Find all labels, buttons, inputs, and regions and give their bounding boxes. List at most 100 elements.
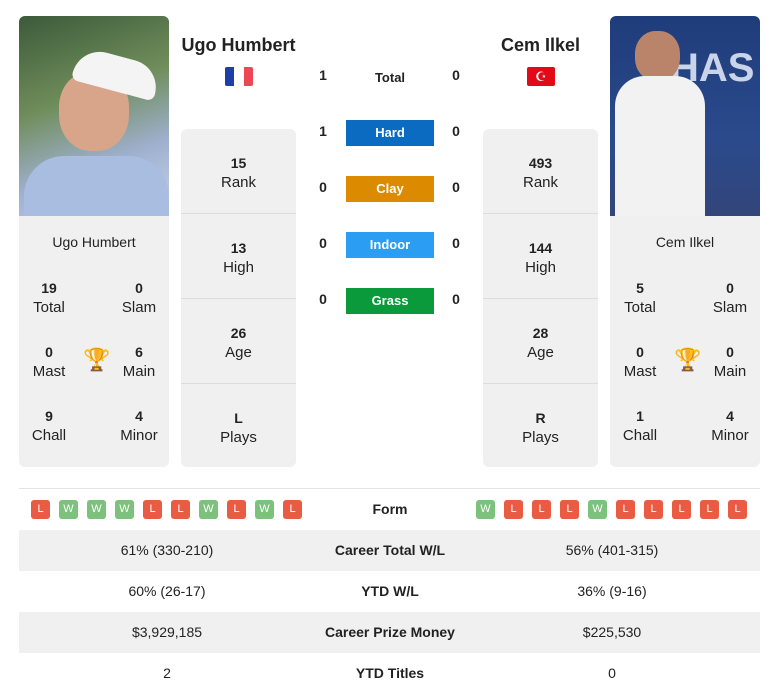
label: Mast — [623, 363, 657, 380]
player1-form-badge: L — [143, 500, 162, 519]
p1-high: 13 — [230, 240, 247, 256]
player1-form-badge: L — [31, 500, 50, 519]
label: Chall — [622, 427, 658, 444]
h2h-indoor-p1: 0 — [319, 235, 327, 251]
p1-value: 60% (26-17) — [128, 583, 206, 599]
player1-form-badge: W — [87, 500, 106, 519]
player1-name[interactable]: Ugo Humbert — [171, 35, 306, 56]
h2h-grass-p1: 0 — [319, 291, 327, 307]
p2-rank: 493 — [528, 155, 553, 171]
h2h-grass-p2: 0 — [452, 291, 460, 307]
p1-total: 19 — [41, 280, 57, 296]
player1-form-badge: W — [255, 500, 274, 519]
p2-main: 0 — [726, 344, 734, 360]
p1-value: 2 — [163, 665, 171, 681]
p2-age: 28 — [532, 325, 549, 341]
player2-name[interactable]: Cem Ilkel — [473, 35, 608, 56]
player2-form-badge: L — [504, 500, 523, 519]
player2-photo: HAS — [610, 16, 760, 216]
divider — [19, 488, 760, 489]
label: Minor — [120, 427, 158, 444]
label: Chall — [31, 427, 67, 444]
label: Main — [122, 363, 156, 380]
p2-plays: R — [535, 410, 546, 426]
h2h-total-p2: 0 — [452, 67, 460, 83]
p1-mast: 0 — [45, 344, 53, 360]
player1-stats-card: 15 Rank 13 High 26 Age L Plays — [181, 129, 296, 467]
p1-chall: 9 — [45, 408, 53, 424]
france-flag-icon — [225, 67, 253, 86]
p1-value: 61% (330-210) — [120, 542, 214, 558]
player1-form-badge: L — [227, 500, 246, 519]
surface-grass: Grass — [346, 288, 434, 314]
label: Plays — [220, 429, 257, 446]
surface-clay: Clay — [346, 176, 434, 202]
label: High — [525, 259, 556, 276]
trophy-icon: 🏆 — [674, 347, 702, 372]
label: Slam — [712, 299, 748, 316]
comparison-row: 2 YTD Titles 0 — [19, 653, 760, 694]
trophy-icon: 🏆 — [83, 347, 111, 372]
surface-hard: Hard — [346, 120, 434, 146]
label: High — [223, 259, 254, 276]
p2-value: $225,530 — [582, 624, 642, 640]
p1-slam: 0 — [135, 280, 143, 296]
comparison-row: $3,929,185 Career Prize Money $225,530 — [19, 612, 760, 653]
player2-form-badge: L — [644, 500, 663, 519]
label: Age — [527, 344, 554, 361]
p1-age: 26 — [230, 325, 247, 341]
comparison-row: 61% (330-210) Career Total W/L 56% (401-… — [19, 530, 760, 571]
p2-slam: 0 — [726, 280, 734, 296]
p2-value: 0 — [608, 665, 616, 681]
label: Total — [33, 299, 65, 316]
label: Total — [624, 299, 656, 316]
player1-form-badge: L — [283, 500, 302, 519]
label: Main — [713, 363, 747, 380]
h2h-clay-p2: 0 — [452, 179, 460, 195]
p1-main: 6 — [135, 344, 143, 360]
h2h-indoor-p2: 0 — [452, 235, 460, 251]
player2-form-badge: L — [728, 500, 747, 519]
h2h-clay-p1: 0 — [319, 179, 327, 195]
comparison-label: YTD Titles — [355, 665, 425, 681]
h2h-hard-p1: 1 — [319, 123, 327, 139]
p1-value: $3,929,185 — [131, 624, 203, 640]
label: Plays — [522, 429, 559, 446]
label: Minor — [711, 427, 749, 444]
p2-chall: 1 — [636, 408, 644, 424]
player2-card-name: Cem Ilkel — [655, 234, 715, 250]
player1-form-badge: W — [115, 500, 134, 519]
p1-rank: 15 — [230, 155, 247, 171]
p2-value: 36% (9-16) — [577, 583, 647, 599]
comparison-label: Career Total W/L — [334, 542, 446, 558]
player1-form-badge: W — [199, 500, 218, 519]
player2-form-badge: L — [672, 500, 691, 519]
p2-total: 5 — [636, 280, 644, 296]
player2-form-badge: L — [560, 500, 579, 519]
form-label: Form — [372, 501, 408, 517]
label: Mast — [32, 363, 66, 380]
p2-high: 144 — [528, 240, 553, 256]
p1-minor: 4 — [135, 408, 143, 424]
comparison-row: 60% (26-17) YTD W/L 36% (9-16) — [19, 571, 760, 612]
label: Age — [225, 344, 252, 361]
comparison-label: Career Prize Money — [325, 624, 455, 640]
p2-value: 56% (401-315) — [565, 542, 659, 558]
player1-card-name: Ugo Humbert — [52, 234, 136, 250]
player2-form-badge: L — [532, 500, 551, 519]
player1-form-badge: W — [59, 500, 78, 519]
player2-form-badge: L — [616, 500, 635, 519]
player2-form-badge: L — [700, 500, 719, 519]
h2h-total-p1: 1 — [319, 67, 327, 83]
player1-photo — [19, 16, 169, 216]
p2-minor: 4 — [726, 408, 734, 424]
player1-form-badge: L — [171, 500, 190, 519]
h2h-hard-p2: 0 — [452, 123, 460, 139]
player2-stats-card: 493 Rank 144 High 28 Age R Plays — [483, 129, 598, 467]
turkey-flag-icon: ☪ — [527, 67, 555, 86]
label: Rank — [220, 174, 257, 191]
h2h-total-label: Total — [374, 70, 406, 85]
player2-form-badge: W — [476, 500, 495, 519]
surface-indoor: Indoor — [346, 232, 434, 258]
p1-plays: L — [234, 410, 243, 426]
